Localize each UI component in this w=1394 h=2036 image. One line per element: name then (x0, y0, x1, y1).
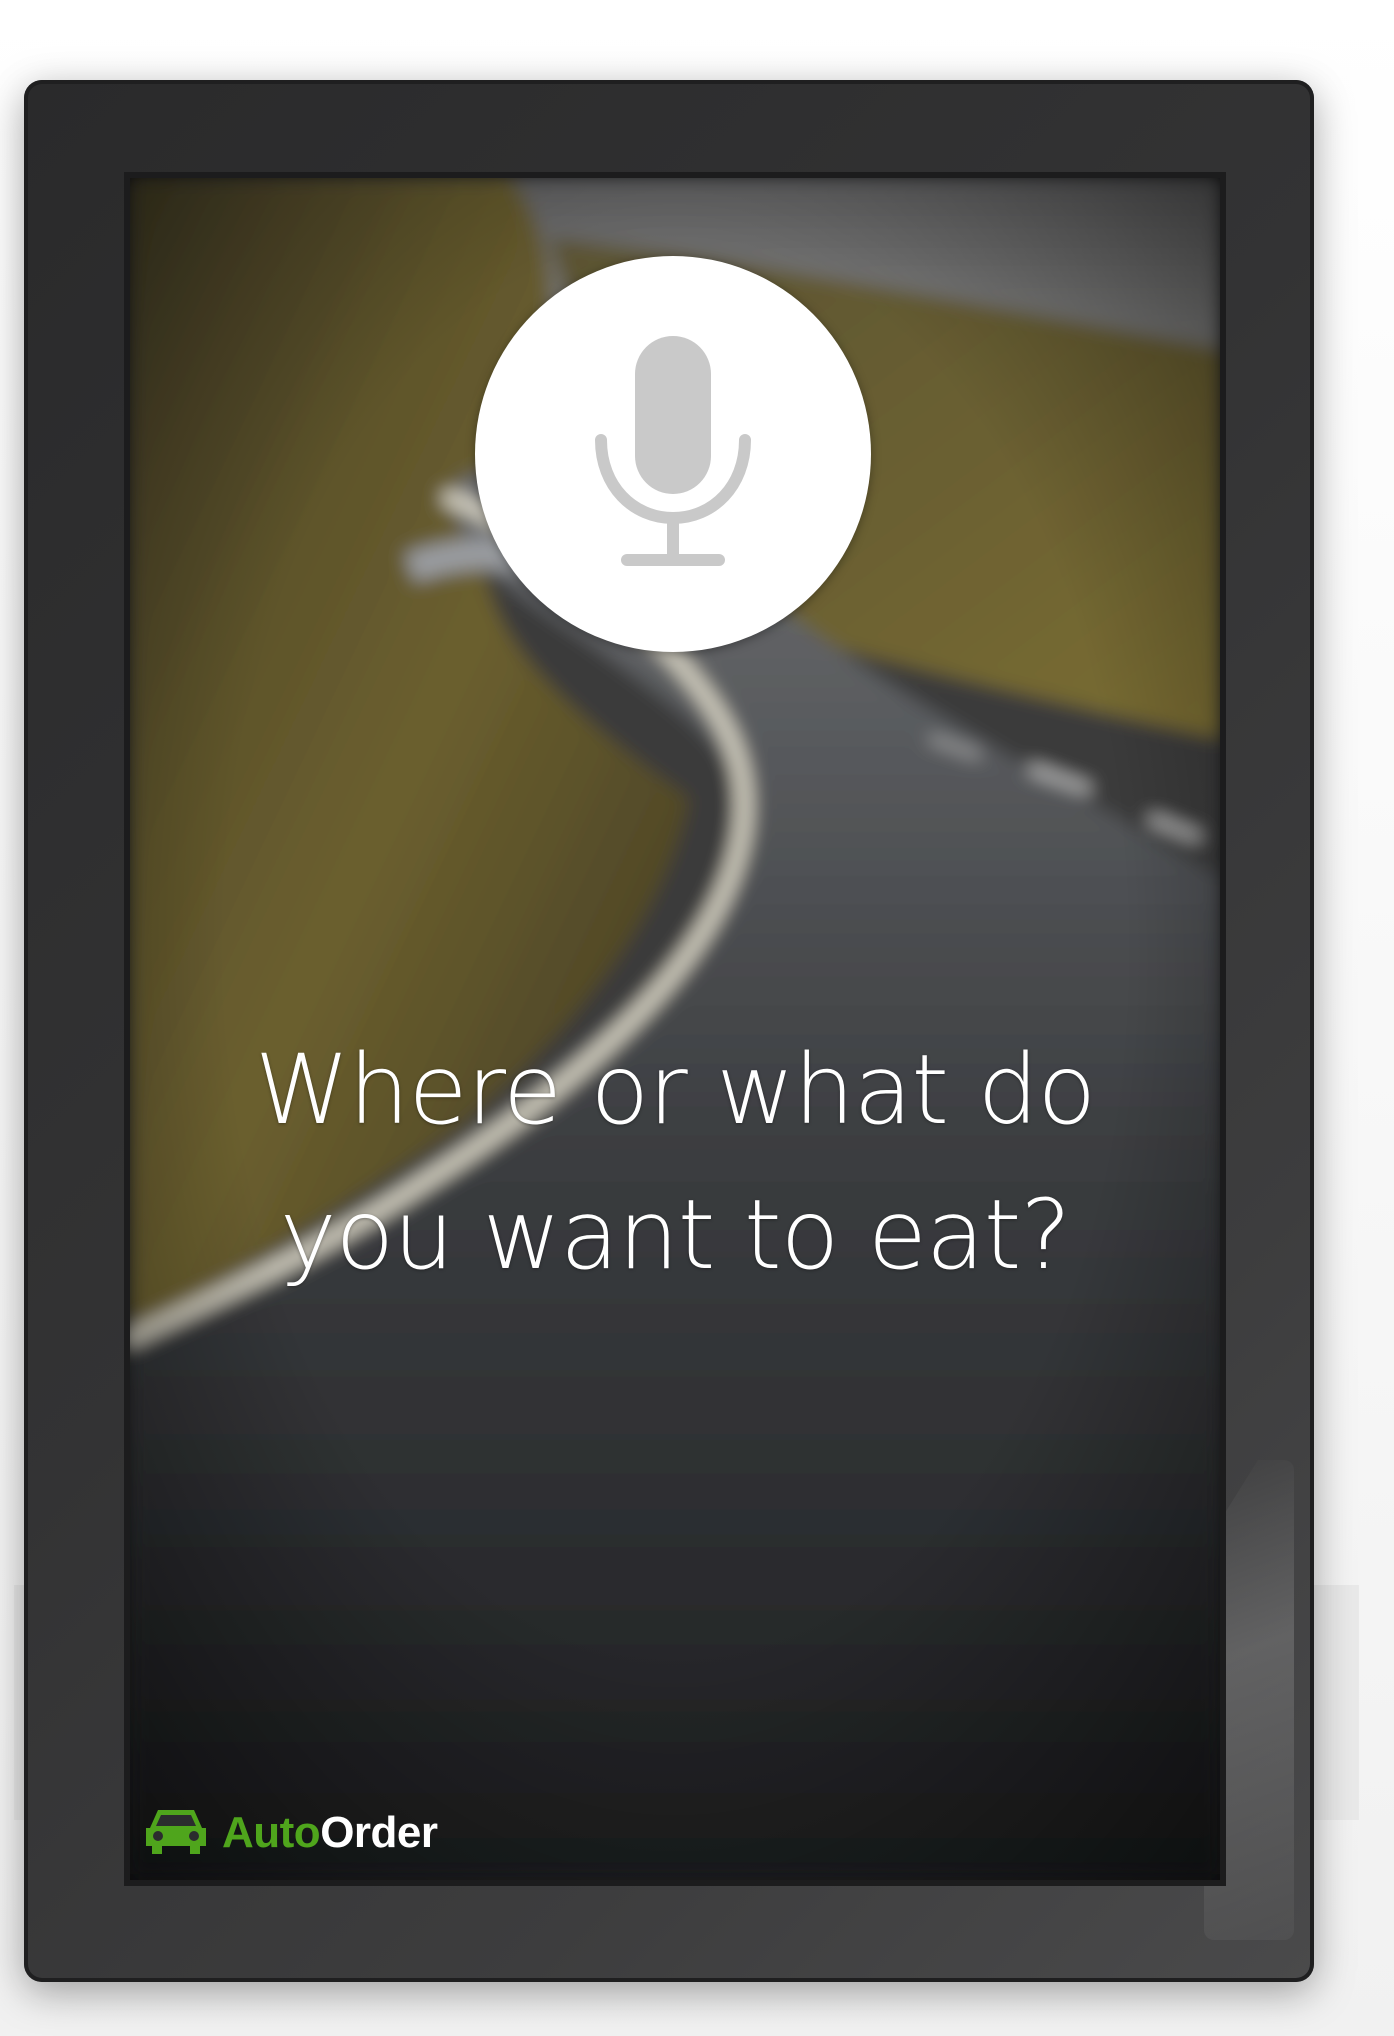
prompt-line-2: you want to eat? (279, 1179, 1072, 1291)
brand-name-auto: Auto (222, 1808, 321, 1857)
brand-name-order: Order (320, 1808, 438, 1857)
tablet-device: Where or what do you want to eat? AutoOr… (24, 80, 1314, 1982)
car-icon (144, 1804, 208, 1863)
voice-input-button[interactable] (475, 256, 871, 652)
voice-prompt: Where or what do you want to eat? (130, 1018, 1220, 1308)
prompt-line-1: Where or what do (254, 1034, 1097, 1146)
brand-logo: AutoOrder (144, 1803, 438, 1863)
microphone-icon (593, 336, 753, 572)
brand-name: AutoOrder (222, 1808, 438, 1858)
page: Where or what do you want to eat? AutoOr… (0, 0, 1394, 2036)
app-screen: Where or what do you want to eat? AutoOr… (130, 178, 1220, 1880)
